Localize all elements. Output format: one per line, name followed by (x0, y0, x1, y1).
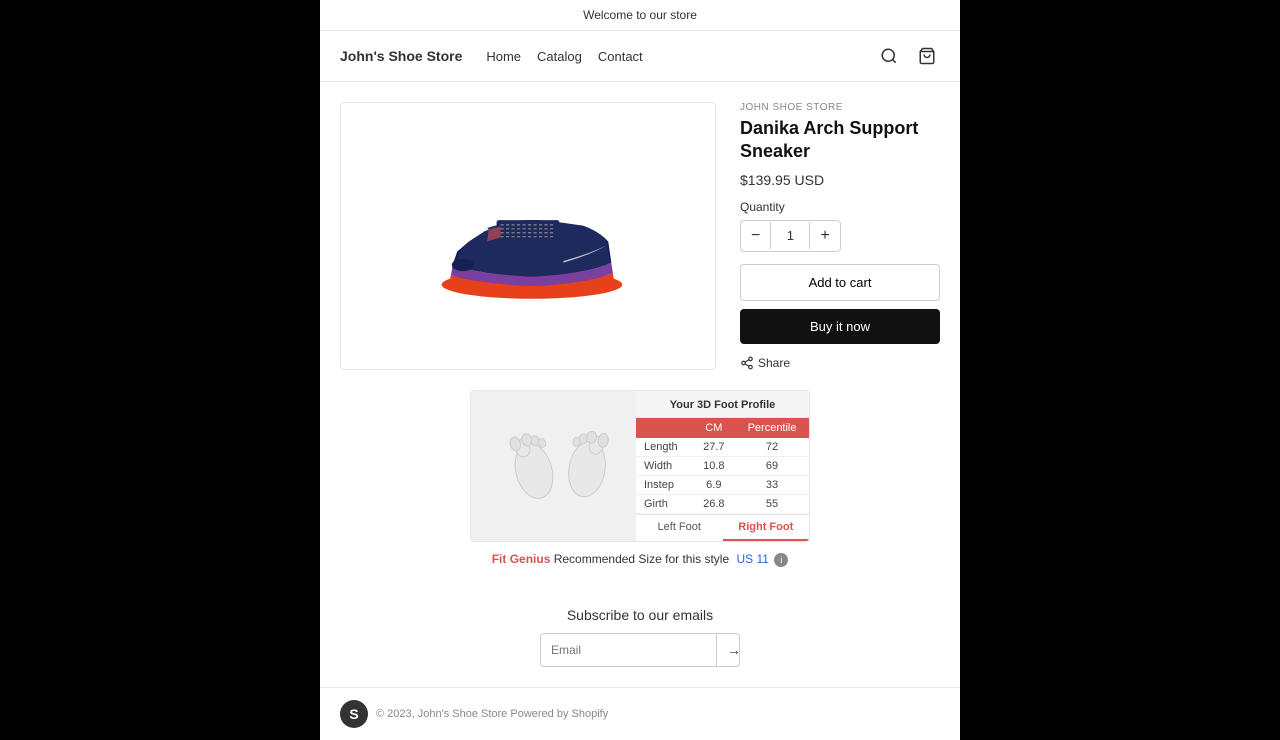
announcement-bar: Welcome to our store (320, 0, 960, 31)
foot-measurements-table: CM Percentile Length 27.7 72 Width 10.8 (636, 418, 809, 514)
footer: S © 2023, John's Shoe Store Powered by S… (320, 687, 960, 740)
header: John's Shoe Store Home Catalog Contact (320, 31, 960, 82)
measurement-percentile: 72 (735, 438, 809, 457)
foot-tabs: Left Foot Right Foot (636, 514, 809, 541)
nav-catalog[interactable]: Catalog (537, 49, 582, 64)
foot-data-side: Your 3D Foot Profile CM Percentile Lengt… (636, 391, 809, 541)
footer-text-content: © 2023, John's Shoe Store (376, 708, 507, 720)
table-row: Girth 26.8 55 (636, 494, 809, 513)
email-input[interactable] (541, 634, 716, 666)
fit-genius-label: Fit Genius (492, 552, 554, 566)
quantity-label: Quantity (740, 200, 940, 214)
share-button[interactable]: Share (740, 356, 790, 370)
tab-left-foot[interactable]: Left Foot (636, 515, 723, 541)
share-icon (740, 356, 754, 370)
tab-right-foot[interactable]: Right Foot (723, 515, 810, 541)
email-submit-button[interactable]: → (716, 634, 740, 666)
product-details: JOHN SHOE STORE Danika Arch Support Snea… (740, 102, 940, 370)
table-row: Length 27.7 72 (636, 438, 809, 457)
search-icon (880, 47, 898, 65)
fit-genius-row: Fit Genius Recommended Size for this sty… (340, 552, 940, 567)
product-image (418, 158, 638, 313)
email-form: → (540, 633, 740, 667)
foot-profile-widget: Your 3D Foot Profile CM Percentile Lengt… (470, 390, 810, 542)
nav-home[interactable]: Home (486, 49, 521, 64)
fit-genius-text: Recommended Size for this style (554, 552, 729, 566)
footer-powered: Powered by Shopify (510, 708, 608, 720)
nav-contact[interactable]: Contact (598, 49, 643, 64)
main-nav: Home Catalog Contact (486, 49, 642, 64)
header-icons (876, 43, 940, 69)
table-cm-header: CM (693, 418, 736, 438)
cart-icon (918, 47, 936, 65)
quantity-value: 1 (770, 222, 810, 249)
main-content: JOHN SHOE STORE Danika Arch Support Snea… (320, 82, 960, 390)
price-label: $139.95 USD (740, 172, 824, 188)
measurement-cm: 10.8 (693, 456, 736, 475)
store-label: JOHN SHOE STORE (740, 102, 940, 113)
add-to-cart-button[interactable]: Add to cart (740, 264, 940, 301)
quantity-increase-button[interactable]: + (810, 221, 839, 251)
measurement-label: Instep (636, 475, 693, 494)
measurement-cm: 27.7 (693, 438, 736, 457)
product-price: $139.95 USD (740, 172, 940, 188)
recommended-size: US 11 (736, 552, 768, 566)
measurement-label: Width (636, 456, 693, 475)
info-icon[interactable]: i (774, 553, 788, 567)
foot-image-side (471, 391, 636, 541)
announcement-text: Welcome to our store (583, 8, 697, 22)
buy-now-button[interactable]: Buy it now (740, 309, 940, 344)
fit-genius-brand: Fit Genius (492, 552, 551, 566)
product-title: Danika Arch Support Sneaker (740, 117, 940, 164)
search-button[interactable] (876, 43, 902, 69)
foot-3d-image (484, 406, 624, 526)
table-row: Width 10.8 69 (636, 456, 809, 475)
cart-button[interactable] (914, 43, 940, 69)
header-left: John's Shoe Store Home Catalog Contact (340, 48, 643, 64)
measurement-percentile: 55 (735, 494, 809, 513)
product-image-section (340, 102, 716, 370)
subscribe-title: Subscribe to our emails (340, 607, 940, 623)
foot-profile-title: Your 3D Foot Profile (636, 391, 809, 418)
measurement-percentile: 33 (735, 475, 809, 494)
shopify-badge: S (340, 700, 368, 728)
measurement-label: Girth (636, 494, 693, 513)
measurement-percentile: 69 (735, 456, 809, 475)
measurement-label: Length (636, 438, 693, 457)
foot-profile-section: Your 3D Foot Profile CM Percentile Lengt… (320, 390, 960, 587)
table-row: Instep 6.9 33 (636, 475, 809, 494)
subscribe-section: Subscribe to our emails → (320, 587, 960, 687)
quantity-decrease-button[interactable]: − (741, 221, 770, 251)
table-percentile-header: Percentile (735, 418, 809, 438)
measurement-cm: 26.8 (693, 494, 736, 513)
quantity-control: − 1 + (740, 220, 841, 252)
measurement-cm: 6.9 (693, 475, 736, 494)
footer-copyright: © 2023, John's Shoe Store Powered by Sho… (376, 708, 608, 720)
store-name[interactable]: John's Shoe Store (340, 48, 462, 64)
table-empty-header (636, 418, 693, 438)
share-label: Share (758, 356, 790, 370)
shopify-letter: S (349, 706, 358, 722)
